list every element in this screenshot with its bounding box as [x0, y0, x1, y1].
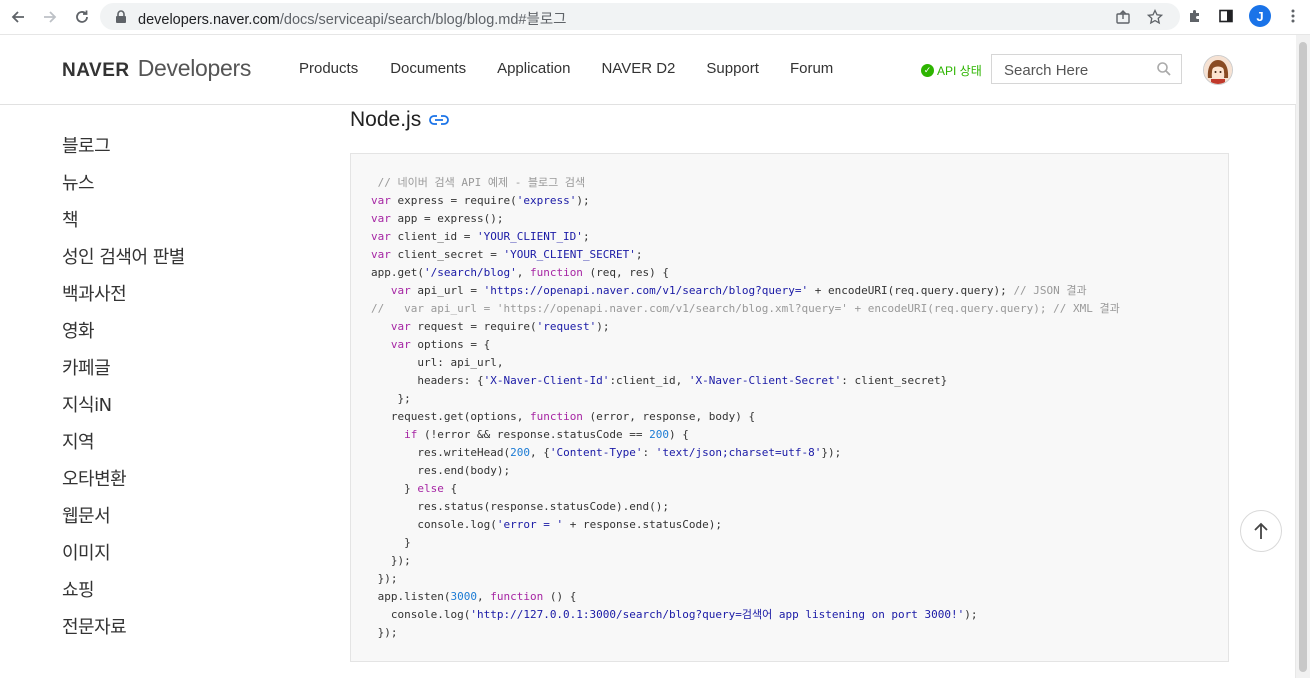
code-line: res.status(response.statusCode).end(); [371, 500, 670, 513]
sidebar-item-encyclopedia[interactable]: 백과사전 [62, 282, 185, 319]
check-circle-icon: ✓ [921, 64, 934, 77]
sidebar-item-image[interactable]: 이미지 [62, 541, 185, 578]
code-line: app.get('/search/blog', function (req, r… [371, 266, 670, 279]
section-title-text: Node.js [350, 108, 422, 131]
code-line: } [371, 536, 411, 549]
code-line: // 네이버 검색 API 예제 - 블로그 검색 [371, 176, 586, 189]
nav-products[interactable]: Products [299, 60, 358, 77]
back-arrow-icon[interactable] [6, 5, 30, 29]
sidebar-item-shop[interactable]: 쇼핑 [62, 578, 185, 615]
code-line: } else { [371, 482, 458, 495]
code-line: }); [371, 554, 411, 567]
sidebar-item-adult-query[interactable]: 성인 검색어 판별 [62, 245, 185, 282]
arrow-up-icon [1254, 522, 1268, 539]
code-line: var api_url = 'https://openapi.naver.com… [390, 284, 1087, 297]
code-line: }); [371, 626, 398, 639]
lock-icon[interactable] [111, 7, 131, 27]
nav-documents[interactable]: Documents [390, 60, 466, 77]
code-block: // 네이버 검색 API 예제 - 블로그 검색 var express = … [350, 153, 1229, 662]
code-content: // 네이버 검색 API 예제 - 블로그 검색 var express = … [371, 174, 1120, 642]
address-bar[interactable]: developers.naver.com/docs/serviceapi/sea… [100, 3, 1180, 30]
anchor-link-icon[interactable] [429, 114, 450, 126]
scrollbar-thumb[interactable] [1299, 42, 1307, 672]
code-line: var app = express(); [371, 212, 504, 225]
code-line: }; [371, 392, 411, 405]
code-line: var express = require('express'); [371, 194, 590, 207]
share-icon[interactable] [1113, 7, 1133, 27]
sidebar-item-cafe[interactable]: 카페글 [62, 356, 185, 393]
sidebar-item-news[interactable]: 뉴스 [62, 171, 185, 208]
nav-support[interactable]: Support [706, 60, 759, 77]
reload-icon[interactable] [70, 5, 94, 29]
sidebar-item-errata[interactable]: 오타변환 [62, 467, 185, 504]
code-line: app.listen(3000, function () { [371, 590, 577, 603]
nav-application[interactable]: Application [497, 60, 570, 77]
sidebar-item-kin[interactable]: 지식iN [62, 393, 185, 430]
code-line: var client_id = 'YOUR_CLIENT_ID'; [371, 230, 590, 243]
code-line: }); [371, 572, 398, 585]
kebab-menu-icon[interactable] [1282, 5, 1304, 27]
docs-sidebar: 블로그 뉴스 책 성인 검색어 판별 백과사전 영화 카페글 지식iN 지역 오… [62, 134, 185, 652]
profile-avatar[interactable]: J [1249, 5, 1271, 27]
naver-developers-logo[interactable]: NAVER Developers [62, 55, 251, 82]
bookmark-star-icon[interactable] [1145, 7, 1165, 27]
sidebar-item-webdoc[interactable]: 웹문서 [62, 504, 185, 541]
search-input[interactable] [1002, 60, 1156, 80]
global-nav: Products Documents Application NAVER D2 … [299, 60, 833, 77]
code-line: request.get(options, function (error, re… [371, 410, 756, 423]
search-icon[interactable] [1156, 61, 1172, 77]
api-status-label: API 상태 [937, 64, 982, 78]
site-search [991, 54, 1182, 84]
api-status-link[interactable]: ✓ API 상태 [921, 62, 982, 79]
code-line: // var api_url = 'https://openapi.naver.… [371, 302, 1120, 315]
sidebar-item-doc[interactable]: 전문자료 [62, 615, 185, 652]
code-line: console.log('http://127.0.0.1:3000/searc… [371, 608, 978, 621]
scroll-to-top-button[interactable] [1240, 510, 1282, 552]
sidebar-item-book[interactable]: 책 [62, 208, 185, 245]
nav-naver-d2[interactable]: NAVER D2 [601, 60, 675, 77]
code-line: console.log('error = ' + response.status… [371, 518, 723, 531]
sidebar-item-blog[interactable]: 블로그 [62, 134, 185, 171]
code-line: var client_secret = 'YOUR_CLIENT_SECRET'… [371, 248, 643, 261]
code-line: var request = require('request'); [390, 320, 610, 333]
extensions-puzzle-icon[interactable] [1184, 5, 1206, 27]
sidebar-item-movie[interactable]: 영화 [62, 319, 185, 356]
page-scrollbar[interactable] [1295, 35, 1310, 678]
user-avatar[interactable] [1203, 55, 1233, 85]
url-text: developers.naver.com/docs/serviceapi/sea… [138, 12, 567, 28]
browser-toolbar: developers.naver.com/docs/serviceapi/sea… [0, 0, 1310, 35]
section-heading: Node.js [350, 108, 450, 132]
site-header: NAVER Developers Products Documents Appl… [0, 35, 1296, 105]
code-line: res.writeHead(200, {'Content-Type': 'tex… [371, 446, 842, 459]
nav-forum[interactable]: Forum [790, 60, 833, 77]
code-line: if (!error && response.statusCode == 200… [404, 428, 689, 441]
side-panel-icon[interactable] [1215, 5, 1237, 27]
code-line: url: api_url, [371, 356, 504, 369]
sidebar-item-local[interactable]: 지역 [62, 430, 185, 467]
forward-arrow-icon[interactable] [38, 5, 62, 29]
code-line: var options = { [390, 338, 491, 351]
code-line: headers: {'X-Naver-Client-Id':client_id,… [371, 374, 948, 387]
code-line: res.end(body); [371, 464, 511, 477]
